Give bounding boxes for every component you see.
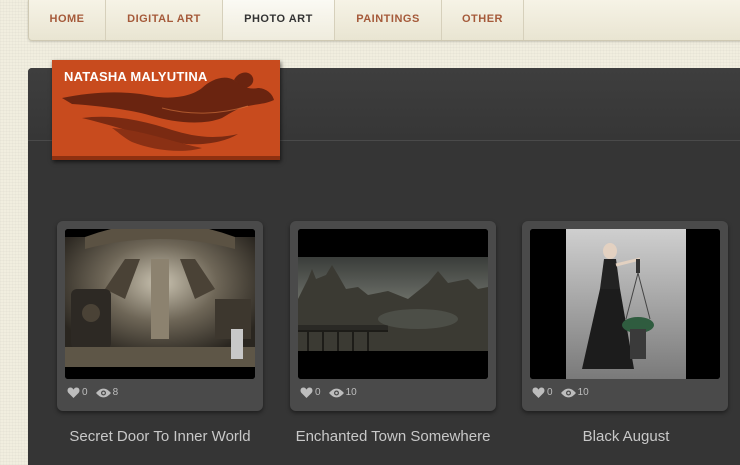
nav-other[interactable]: OTHER	[442, 0, 524, 40]
gallery-card[interactable]: 0 10	[522, 221, 728, 411]
eye-icon	[560, 388, 576, 397]
artwork-thumbnail[interactable]	[530, 229, 720, 379]
artwork-title[interactable]: Enchanted Town Somewhere	[273, 428, 513, 445]
artwork-thumbnail[interactable]	[298, 229, 488, 379]
artwork-thumbnail[interactable]	[65, 229, 255, 379]
likes-stat[interactable]: 0	[67, 387, 88, 398]
likes-stat[interactable]: 0	[300, 387, 321, 398]
eye-icon	[95, 388, 111, 397]
likes-count: 0	[82, 387, 88, 398]
card-stats: 0 10	[532, 387, 597, 398]
nav-home[interactable]: HOME	[29, 0, 106, 40]
card-stats: 0 8	[67, 387, 126, 398]
likes-count: 0	[547, 387, 553, 398]
card-stats: 0 10	[300, 387, 365, 398]
views-count: 10	[577, 387, 589, 398]
heart-icon	[300, 387, 313, 398]
views-stat: 10	[328, 387, 357, 398]
likes-stat[interactable]: 0	[532, 387, 553, 398]
site-logo[interactable]: NATASHA MALYUTINA	[52, 60, 280, 160]
library-train-artwork-image	[65, 229, 255, 379]
artwork-title[interactable]: Black August	[506, 428, 740, 445]
nav-photo-art[interactable]: PHOTO ART	[223, 0, 335, 40]
nav-digital-art[interactable]: DIGITAL ART	[106, 0, 223, 40]
black-august-artwork-image	[530, 229, 720, 379]
site-title: NATASHA MALYUTINA	[64, 69, 208, 84]
main-nav: HOME DIGITAL ART PHOTO ART PAINTINGS OTH…	[28, 0, 740, 41]
views-count: 8	[112, 387, 119, 398]
views-stat: 8	[95, 387, 119, 398]
enchanted-town-artwork-image	[298, 229, 488, 379]
heart-icon	[67, 387, 80, 398]
likes-count: 0	[315, 387, 321, 398]
artwork-title[interactable]: Secret Door To Inner World	[40, 428, 280, 445]
views-count: 10	[345, 387, 357, 398]
gallery-card[interactable]: 0 8	[57, 221, 263, 411]
eye-icon	[328, 388, 344, 397]
gallery-card[interactable]: 0 10	[290, 221, 496, 411]
nav-paintings[interactable]: PAINTINGS	[335, 0, 442, 40]
views-stat: 10	[560, 387, 589, 398]
heart-icon	[532, 387, 545, 398]
